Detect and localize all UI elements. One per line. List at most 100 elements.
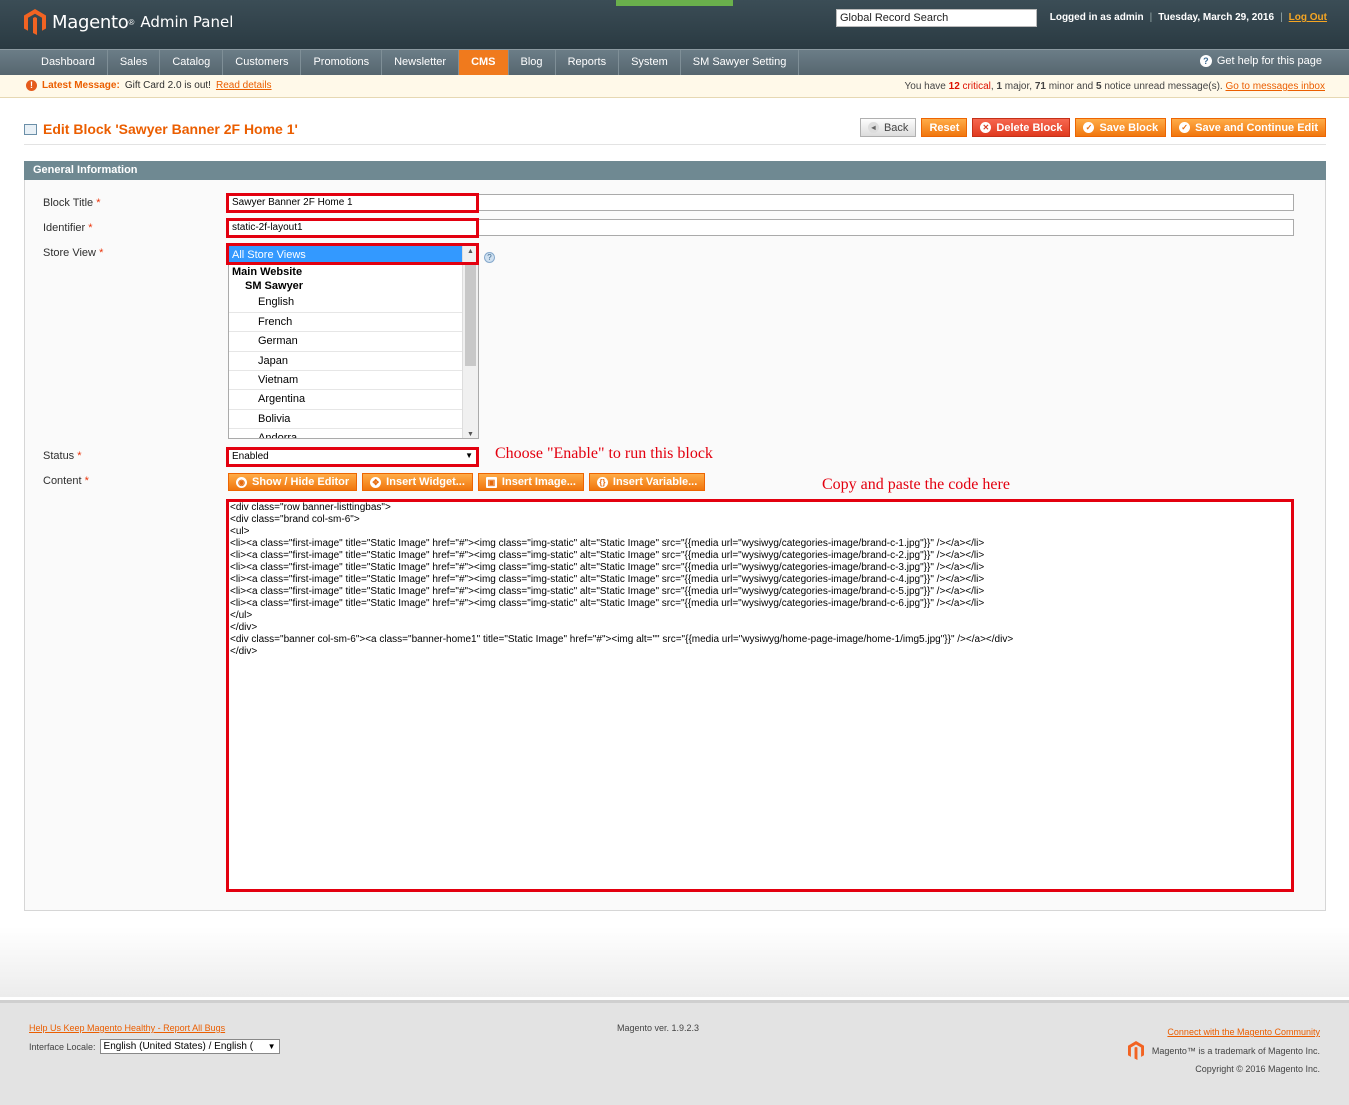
- store-view-option[interactable]: German: [229, 332, 463, 352]
- identifier-input[interactable]: static-2f-layout1: [228, 219, 1294, 236]
- status-select[interactable]: Enabled ▼: [228, 448, 478, 465]
- summary-prefix: You have: [904, 81, 946, 92]
- insert-image-button[interactable]: ▣ Insert Image...: [477, 473, 584, 491]
- reset-label: Reset: [929, 121, 960, 134]
- community-link[interactable]: Connect with the Magento Community: [1167, 1027, 1320, 1037]
- store-view-option[interactable]: Vietnam: [229, 371, 463, 391]
- help-label: Get help for this page: [1216, 55, 1322, 67]
- latest-message-text: Gift Card 2.0 is out!: [124, 80, 211, 91]
- nav-item-cms[interactable]: CMS: [459, 50, 509, 76]
- header-accent-tab: [616, 0, 733, 6]
- nav-item-newsletter[interactable]: Newsletter: [382, 50, 460, 76]
- back-arrow-icon: ◂: [867, 122, 879, 133]
- store-view-label: Store View *: [43, 247, 104, 259]
- separator: |: [1280, 12, 1283, 23]
- message-summary: You have 12 critical, 1 major, 71 minor …: [904, 81, 1326, 92]
- delete-label: Delete Block: [996, 121, 1063, 134]
- global-search-input[interactable]: [836, 9, 1037, 27]
- messages-inbox-link[interactable]: Go to messages inbox: [1226, 81, 1326, 92]
- nav-item-sales[interactable]: Sales: [108, 50, 161, 76]
- read-details-link[interactable]: Read details: [216, 80, 272, 91]
- chevron-down-icon: ▼: [267, 1042, 276, 1051]
- critical-count: 12: [948, 81, 960, 92]
- locale-select[interactable]: English (United States) / English ( ▼: [99, 1039, 280, 1054]
- nav-item-catalog[interactable]: Catalog: [160, 50, 224, 76]
- store-view-option[interactable]: Bolivia: [229, 410, 463, 430]
- store-view-option[interactable]: Andorra: [229, 429, 463, 438]
- eye-icon: ◉: [236, 476, 247, 488]
- insert-variable-label: Insert Variable...: [612, 476, 698, 488]
- locale-label: Interface Locale:: [29, 1041, 96, 1052]
- widget-icon: ✥: [370, 476, 382, 488]
- store-view-option[interactable]: English: [229, 293, 463, 313]
- content-label: Content *: [43, 475, 89, 487]
- nav-item-sm-sawyer-setting[interactable]: SM Sawyer Setting: [681, 50, 800, 76]
- content-annotation: Copy and paste the code here: [822, 476, 1010, 493]
- store-view-help-icon[interactable]: ?: [484, 252, 495, 263]
- magento-logo[interactable]: Magento ® Admin Panel: [24, 9, 233, 35]
- store-view-option[interactable]: SM Sawyer: [229, 279, 463, 293]
- block-title-input[interactable]: Sawyer Banner 2F Home 1: [228, 194, 1294, 211]
- store-view-options: All Store Views Main Website SM Sawyer Engl…: [229, 246, 478, 438]
- nav-item-promotions[interactable]: Promotions: [301, 50, 383, 76]
- scroll-down-icon[interactable]: ▼: [467, 431, 474, 438]
- footer: Help Us Keep Magento Healthy - Report Al…: [0, 1000, 1349, 1105]
- help-icon: ?: [1199, 55, 1212, 67]
- status-annotation: Choose "Enable" to run this block: [495, 445, 713, 462]
- chevron-down-icon: ▼: [465, 451, 473, 460]
- insert-image-label: Insert Image...: [501, 476, 576, 488]
- current-date: Tuesday, March 29, 2016: [1158, 12, 1275, 23]
- store-view-multiselect[interactable]: All Store Views Main Website SM Sawyer Engl…: [228, 245, 479, 439]
- nav-item-system[interactable]: System: [619, 50, 681, 76]
- content-textarea[interactable]: <div class="row banner-listtingbas"> <di…: [228, 502, 1292, 890]
- delete-icon: ✕: [980, 122, 992, 133]
- header-user-links: Logged in as admin | Tuesday, March 29, …: [1050, 12, 1327, 23]
- store-view-scrollbar[interactable]: ▲ ▼: [462, 246, 478, 438]
- store-view-option[interactable]: Main Website: [229, 265, 463, 279]
- critical-label: critical: [962, 81, 991, 92]
- locale-row: Interface Locale: English (United States…: [29, 1039, 280, 1054]
- version-text: Magento ver. 1.9.2.3: [617, 1023, 700, 1033]
- store-view-option[interactable]: All Store Views: [229, 246, 463, 266]
- logged-in-text: Logged in as admin: [1049, 12, 1144, 23]
- help-link[interactable]: ? Get help for this page: [1199, 55, 1322, 67]
- minor-label: minor and: [1048, 81, 1094, 92]
- save-block-button[interactable]: ✓ Save Block: [1075, 118, 1167, 137]
- section-heading: General Information: [24, 161, 1326, 180]
- save-continue-button[interactable]: ✓ Save and Continue Edit: [1171, 118, 1326, 137]
- nav-item-customers[interactable]: Customers: [223, 50, 302, 76]
- insert-widget-label: Insert Widget...: [386, 476, 465, 488]
- logout-link[interactable]: Log Out: [1289, 12, 1327, 23]
- back-button[interactable]: ◂ Back: [859, 118, 917, 137]
- latest-message-label: Latest Message:: [42, 80, 120, 91]
- alert-icon: !: [26, 80, 37, 91]
- image-icon: ▣: [485, 476, 497, 488]
- show-hide-editor-button[interactable]: ◉ Show / Hide Editor: [228, 473, 358, 491]
- store-view-option[interactable]: Argentina: [229, 390, 463, 410]
- save-continue-check-icon: ✓: [1179, 122, 1191, 133]
- store-view-option[interactable]: French: [229, 313, 463, 333]
- nav-item-dashboard[interactable]: Dashboard: [29, 50, 108, 76]
- page-title: Edit Block 'Sawyer Banner 2F Home 1': [24, 121, 298, 137]
- brand-tm: ®: [128, 17, 135, 27]
- insert-widget-button[interactable]: ✥ Insert Widget...: [362, 473, 473, 491]
- back-label: Back: [883, 121, 909, 134]
- insert-variable-button[interactable]: {} Insert Variable...: [588, 473, 706, 491]
- copyright-text: Copyright © 2016 Magento Inc.: [1195, 1064, 1320, 1074]
- footer-right: Connect with the Magento Community Magen…: [1127, 1023, 1320, 1078]
- report-bugs-link[interactable]: Help Us Keep Magento Healthy - Report Al…: [29, 1023, 225, 1033]
- brand-name: Magento: [52, 11, 129, 33]
- page-actions: ◂ Back Reset ✕ Delete Block ✓ Save Block…: [859, 118, 1326, 137]
- scroll-up-icon[interactable]: ▲: [467, 248, 474, 255]
- nav-item-blog[interactable]: Blog: [509, 50, 556, 76]
- save-label: Save Block: [1099, 121, 1159, 134]
- major-label: major: [1004, 81, 1030, 92]
- delete-block-button[interactable]: ✕ Delete Block: [972, 118, 1071, 137]
- store-view-option[interactable]: Japan: [229, 352, 463, 371]
- show-hide-label: Show / Hide Editor: [252, 476, 350, 488]
- nav-item-reports[interactable]: Reports: [556, 50, 620, 76]
- reset-button[interactable]: Reset: [921, 118, 968, 137]
- magento-logo-icon: [24, 9, 46, 35]
- scroll-thumb[interactable]: [465, 262, 476, 366]
- notice-label: notice unread message(s).: [1104, 81, 1223, 92]
